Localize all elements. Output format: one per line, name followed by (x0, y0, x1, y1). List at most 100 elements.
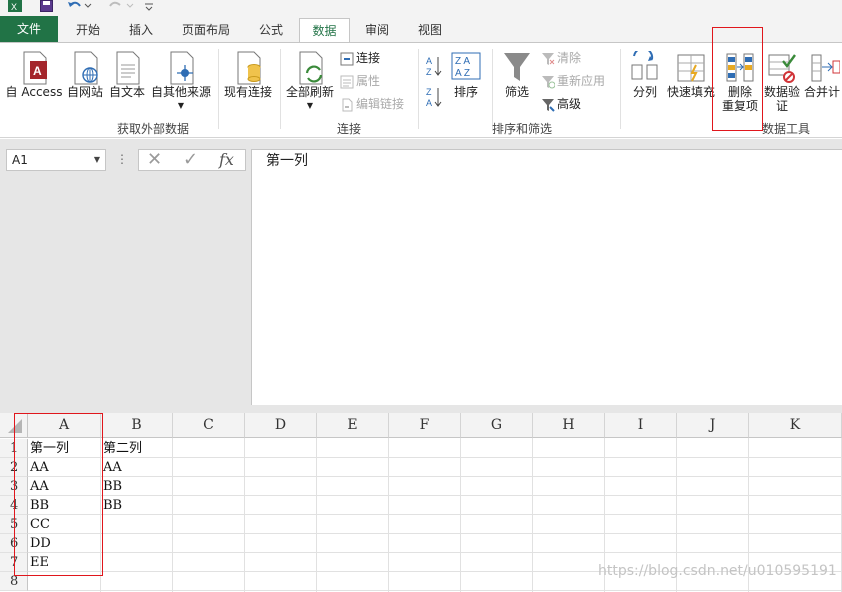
tab-page-layout[interactable]: 页面布局 (170, 18, 242, 42)
from-other-sources-button[interactable]: 自其他来源 ▼ (148, 51, 214, 113)
reapply-icon (542, 75, 555, 88)
flash-fill-icon (677, 54, 705, 82)
advanced-filter-icon (542, 98, 555, 112)
cell-b1[interactable]: 第二列 (101, 439, 173, 458)
column-header-g[interactable]: G (461, 413, 533, 438)
column-header-h[interactable]: H (533, 413, 605, 438)
edit-links-icon (342, 98, 353, 111)
group-separator (418, 49, 419, 129)
from-web-button[interactable]: 自网站 (64, 51, 106, 99)
group-separator (218, 49, 219, 129)
ribbon-data: A 自 Access 自网站 自文本 自其他来源 ▼ 现有连接 获取外部数据 全… (0, 27, 842, 138)
from-access-button[interactable]: A 自 Access (4, 51, 64, 99)
formula-bar-area: A1 ▼ ⋮ ✕ ✓ fx 第一列 (0, 139, 842, 405)
tab-home[interactable]: 开始 (64, 18, 112, 42)
excel-window: X 文件 开始 插入 页面布局 公式 数据 审阅 视图 A 自 Access 自… (0, 0, 842, 592)
tab-data[interactable]: 数据 (299, 18, 350, 44)
column-header-i[interactable]: I (605, 413, 677, 438)
data-validation-button[interactable]: 数据验 证 (762, 51, 802, 113)
connections-button[interactable]: 连接 (340, 49, 380, 67)
tab-review[interactable]: 审阅 (354, 18, 400, 42)
text-to-columns-button[interactable]: 分列 (624, 51, 666, 99)
insert-function-icon[interactable]: fx (219, 150, 234, 170)
sort-ascending-button[interactable]: A Z (426, 55, 444, 77)
properties-button[interactable]: 属性 (340, 72, 380, 90)
grid-top-gap (0, 405, 842, 413)
data-validation-label-line1: 数据验 (763, 85, 800, 99)
existing-connections-label: 现有连接 (223, 85, 272, 99)
group-label-connections: 连接 (336, 122, 361, 136)
existing-connections-button[interactable]: 现有连接 (221, 51, 275, 99)
column-header-j[interactable]: J (677, 413, 749, 438)
sort-descending-button[interactable]: Z A (426, 86, 444, 108)
advanced-filter-label: 高级 (557, 97, 582, 111)
group-separator (280, 49, 281, 129)
advanced-filter-button[interactable]: 高级 (541, 95, 581, 113)
from-access-label: 自 Access (5, 85, 63, 99)
watermark-text: https://blog.csdn.net/u010595191 (598, 563, 837, 579)
name-box[interactable]: A1 ▼ (6, 149, 106, 171)
svg-text:X: X (11, 2, 17, 12)
column-header-e[interactable]: E (317, 413, 389, 438)
name-box-value: A1 (12, 153, 28, 167)
filter-label: 筛选 (504, 85, 529, 99)
customize-qat-icon[interactable] (144, 0, 154, 14)
sort-descending-icon: Z A (426, 87, 442, 108)
column-header-d[interactable]: D (245, 413, 317, 438)
worksheet-grid: ABCDEFGHIJK 12345678 第一列 AA AA BB CC DD EE 第二列 A… (0, 405, 842, 592)
column-header-c[interactable]: C (173, 413, 245, 438)
consolidate-button[interactable]: 合并计 (802, 51, 842, 99)
cell-b2[interactable]: AA (101, 458, 173, 477)
name-box-dropdown-icon[interactable]: ▼ (94, 150, 100, 170)
quick-access-toolbar: X (0, 0, 842, 16)
from-web-label: 自网站 (66, 85, 103, 99)
connections-label: 连接 (356, 51, 381, 65)
column-header-f[interactable]: F (389, 413, 461, 438)
cell-b3[interactable]: BB (101, 477, 173, 496)
web-globe-icon (74, 51, 98, 85)
tab-view[interactable]: 视图 (406, 18, 454, 42)
svg-text:A: A (33, 64, 42, 78)
edit-links-button[interactable]: 编辑链接 (340, 95, 404, 113)
clear-filter-button[interactable]: 清除 (541, 49, 581, 67)
reapply-button[interactable]: 重新应用 (541, 72, 605, 90)
redo-icon[interactable] (108, 0, 134, 14)
tab-insert[interactable]: 插入 (117, 18, 165, 42)
column-header-b[interactable]: B (101, 413, 173, 438)
text-file-icon (116, 51, 140, 85)
from-text-label: 自文本 (108, 85, 145, 99)
refresh-all-icon (299, 51, 323, 85)
save-icon[interactable] (40, 0, 53, 14)
data-validation-icon (768, 54, 796, 83)
grid-hline (28, 590, 842, 591)
clear-filter-label: 清除 (557, 51, 582, 65)
filter-button[interactable]: 筛选 (498, 51, 536, 99)
sort-button[interactable]: Z A A Z 排序 (448, 51, 484, 99)
from-text-button[interactable]: 自文本 (106, 51, 148, 99)
edit-links-label: 编辑链接 (356, 97, 405, 111)
access-file-icon: A (23, 51, 47, 85)
properties-icon (340, 75, 354, 88)
confirm-entry-icon[interactable]: ✓ (183, 150, 198, 170)
svg-text:A Z: A Z (455, 68, 470, 79)
group-separator (620, 49, 621, 129)
flash-fill-button[interactable]: 快速填充 (666, 51, 716, 99)
formula-bar-grip-icon[interactable]: ⋮ (116, 152, 128, 166)
consolidate-label: 合并计 (804, 85, 841, 99)
tab-file[interactable]: 文件 (0, 16, 58, 42)
cell-b4[interactable]: BB (101, 496, 173, 515)
remove-duplicates-highlight (712, 27, 763, 131)
existing-connections-icon (237, 51, 261, 85)
grid-vline (244, 438, 245, 592)
formula-buttons: ✕ ✓ fx (138, 149, 246, 171)
formula-input[interactable]: 第一列 (251, 149, 842, 405)
undo-icon[interactable] (66, 0, 92, 14)
tab-formulas[interactable]: 公式 (247, 18, 295, 42)
grid-hline (28, 533, 842, 534)
excel-logo-icon: X (8, 0, 22, 12)
cancel-entry-icon[interactable]: ✕ (147, 150, 162, 170)
connections-icon (340, 52, 354, 65)
column-header-k[interactable]: K (749, 413, 842, 438)
svg-text:Z: Z (426, 87, 432, 97)
refresh-all-button[interactable]: 全部刷新 ▼ (284, 51, 336, 113)
